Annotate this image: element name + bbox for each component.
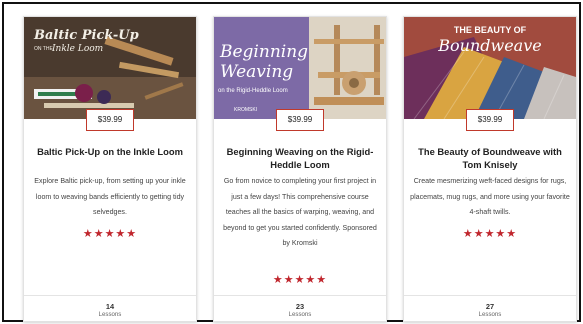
lessons-label: Lessons [478,311,502,318]
thumbnail-subtitle-small: ON THE [34,46,53,52]
thumbnail-title-line2: Boundweave [437,36,541,55]
lessons-number: 23 [295,302,305,311]
lessons-number: 14 [105,302,115,311]
lessons-count: 27 Lessons [404,303,576,319]
course-card-boundweave[interactable]: THE BEAUTY OF Boundweave $39.99 The Beau… [403,16,577,322]
course-description: Go from novice to completing your first … [223,177,377,247]
course-description: Explore Baltic pick-up, from setting up … [34,177,186,216]
rating-stars: ★★★★★ [462,228,518,240]
rating-stars: ★★★★★ [272,274,328,286]
thumbnail-brand: KROMSKI [234,107,257,113]
thumbnail-title-line2: Weaving [220,62,293,82]
divider [214,295,386,296]
price-badge: $39.99 [466,109,514,131]
thumbnail-subtitle: Inkle Loom [51,44,103,54]
lessons-label: Lessons [288,311,312,318]
lessons-count: 14 Lessons [24,303,196,319]
divider [404,295,576,296]
thumbnail-subtitle: on the Rigid-Heddle Loom [218,88,288,94]
course-title[interactable]: The Beauty of Boundweave with Tom Knisel… [410,145,570,171]
divider [24,295,196,296]
lessons-label: Lessons [98,311,122,318]
thumbnail-title-line1: Beginning [219,42,308,62]
course-title[interactable]: Beginning Weaving on the Rigid-Heddle Lo… [220,145,380,171]
course-card-baltic-pick-up[interactable]: Baltic Pick-Up ON THE Inkle Loom $39.99 … [23,16,197,322]
course-thumbnail[interactable]: Baltic Pick-Up ON THE Inkle Loom [24,17,196,119]
course-thumbnail[interactable]: THE BEAUTY OF Boundweave [404,17,576,119]
course-description: Create mesmerizing weft-faced designs fo… [410,177,570,216]
price-badge: $39.99 [86,109,134,131]
course-thumbnail[interactable]: Beginning Weaving on the Rigid-Heddle Lo… [214,17,386,119]
thumbnail-title-line1: THE BEAUTY OF [454,25,527,35]
price-badge: $39.99 [276,109,324,131]
lessons-number: 27 [485,302,495,311]
lessons-count: 23 Lessons [214,303,386,319]
course-title[interactable]: Baltic Pick-Up on the Inkle Loom [30,145,190,158]
rating-stars: ★★★★★ [82,228,138,240]
course-card-beginning-weaving[interactable]: Beginning Weaving on the Rigid-Heddle Lo… [213,16,387,322]
thumbnail-title: Baltic Pick-Up [33,28,139,43]
course-list: Baltic Pick-Up ON THE Inkle Loom $39.99 … [2,2,581,322]
